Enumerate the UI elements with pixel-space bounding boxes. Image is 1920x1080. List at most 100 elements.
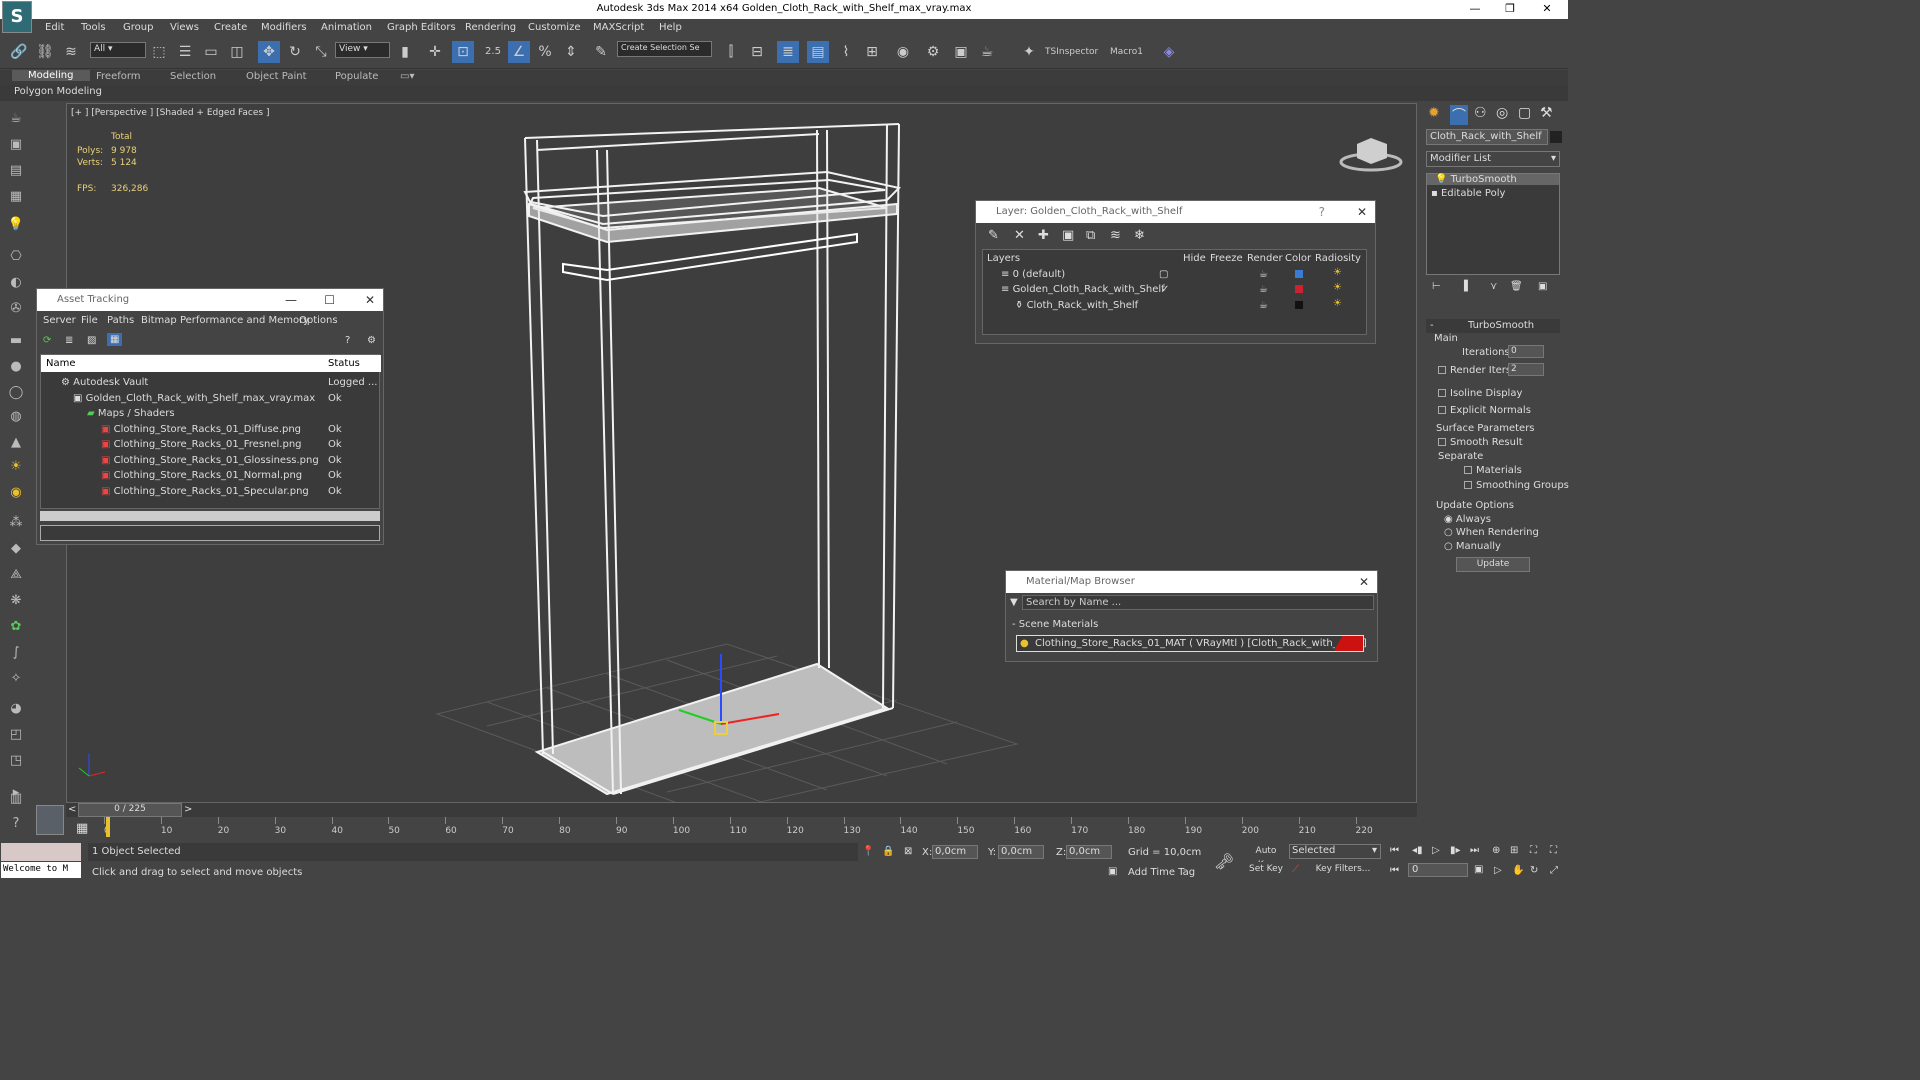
new-layer-icon[interactable]: ✎ — [988, 228, 999, 243]
selection-set-dropdown[interactable]: Selected ▾ — [1289, 844, 1381, 859]
remove-modifier-icon[interactable]: 🗑 — [1510, 281, 1523, 292]
selection-filter-dropdown[interactable]: All ▾ — [90, 42, 146, 58]
radiosity-icon[interactable]: ☀ — [1333, 282, 1342, 293]
render-icon[interactable]: ◰ — [6, 727, 26, 745]
rendered-frame-icon[interactable]: ▣ — [950, 41, 972, 63]
asset-row-maxfile[interactable]: ▣ Golden_Cloth_Rack_with_Shelf_max_vray.… — [73, 393, 315, 404]
object-color-swatch[interactable] — [1550, 131, 1562, 143]
window-crossing-icon[interactable]: ◫ — [226, 41, 248, 63]
settings-icon[interactable]: ⚙ — [367, 335, 376, 346]
menu-group[interactable]: Group — [123, 22, 153, 33]
render-toggle-icon[interactable]: ☕ — [1259, 284, 1268, 295]
maximize-icon[interactable]: ☐ — [324, 289, 335, 311]
named-selection-set-dropdown[interactable]: Create Selection Se — [617, 41, 712, 57]
layer-row-golden[interactable]: ≡ Golden_Cloth_Rack_with_Shelf — [1001, 284, 1165, 295]
menu-modifiers[interactable]: Modifiers — [261, 22, 307, 33]
asset-menu-bitmap[interactable]: Bitmap Performance and Memory — [141, 315, 309, 326]
render-iters-spinner[interactable]: 2 — [1508, 363, 1544, 376]
pivot-center-icon[interactable]: ▮ — [394, 41, 416, 63]
col-freeze[interactable]: Freeze — [1210, 253, 1243, 264]
asset-row-diffuse[interactable]: ▣ Clothing_Store_Racks_01_Diffuse.png — [101, 424, 301, 435]
update-button[interactable]: Update — [1456, 557, 1530, 572]
geosphere-icon[interactable]: ◍ — [6, 409, 26, 427]
pan-icon[interactable]: ✋ — [1512, 865, 1524, 876]
delete-layer-icon[interactable]: ✕ — [1014, 228, 1025, 243]
zoom-extents-all-icon[interactable]: ⛶ — [1550, 845, 1557, 856]
tab-freeform[interactable]: Freeform — [96, 71, 141, 82]
maximize-viewport-icon[interactable]: ⤢ — [1550, 865, 1558, 876]
asset-menu-options[interactable]: Options — [299, 315, 338, 326]
teapot-icon[interactable]: ☕ — [6, 111, 26, 129]
timeline-ruler[interactable]: 0102030405060708090100110120130140150160… — [96, 817, 1376, 839]
world-icon[interactable]: ❋ — [6, 593, 26, 611]
layer-row-object[interactable]: ⚱ Cloth_Rack_with_Shelf — [1015, 300, 1138, 311]
close-icon[interactable]: ✕ — [1357, 201, 1367, 223]
motion-tab-icon[interactable]: ◎ — [1496, 105, 1508, 121]
horizontal-scrollbar[interactable] — [40, 511, 380, 521]
angle-snap-icon[interactable]: ∠ — [508, 41, 530, 63]
key-curve-icon[interactable]: ⟋ — [1292, 864, 1299, 875]
display-icon[interactable]: ◳ — [6, 753, 26, 771]
close-icon[interactable]: ✕ — [365, 289, 375, 311]
key-mode-icon[interactable]: 🗝 — [1214, 852, 1234, 871]
modifier-list-dropdown[interactable]: Modifier List ▾ — [1426, 151, 1560, 167]
zoom-extents-icon[interactable]: ⛶ — [1530, 845, 1537, 856]
restore-icon[interactable]: ❐ — [1495, 2, 1525, 15]
thumbnail-view-icon[interactable]: ▨ — [87, 335, 96, 346]
select-move-icon[interactable]: ✥ — [258, 41, 280, 63]
next-key-icon[interactable]: ▮▸ — [1450, 845, 1461, 856]
zoom-all-icon[interactable]: ⊞ — [1510, 845, 1518, 856]
modifier-icon[interactable]: ▤ — [6, 163, 26, 181]
plant-icon[interactable]: ✿ — [6, 619, 26, 637]
sun-icon[interactable]: ☀ — [6, 459, 26, 477]
tab-modeling[interactable]: Modeling — [12, 70, 90, 81]
utilities-icon[interactable]: ▥ — [6, 791, 26, 809]
col-status-header[interactable]: Status — [328, 358, 360, 369]
align-icon[interactable]: ⊟ — [746, 41, 768, 63]
goto-start-icon[interactable]: ⏮ — [1390, 845, 1399, 856]
iterations-spinner[interactable]: 0 — [1508, 345, 1544, 358]
display-tab-icon[interactable]: ▢ — [1518, 105, 1531, 121]
layer-manager-header[interactable]: Layer: Golden_Cloth_Rack_with_Shelf ? ✕ — [976, 201, 1375, 223]
create-tab-icon[interactable]: ✹ — [1428, 105, 1440, 121]
mirror-icon[interactable]: ⫿ — [720, 41, 742, 63]
menu-rendering[interactable]: Rendering — [465, 22, 516, 33]
snap-toggle-icon[interactable]: 2.5 — [482, 41, 504, 63]
add-time-tag[interactable]: Add Time Tag — [1128, 867, 1195, 878]
menu-customize[interactable]: Customize — [528, 22, 581, 33]
select-scale-icon[interactable]: ⤡ — [310, 41, 332, 63]
macro-label[interactable]: Macro1 — [1110, 47, 1143, 57]
select-layer-icon[interactable]: ▣ — [1062, 228, 1074, 243]
smooth-result-checkbox[interactable]: Smooth Result — [1438, 437, 1523, 448]
time-slider-thumb[interactable]: 0 / 225 — [78, 803, 182, 817]
bind-spacewarp-icon[interactable]: ≋ — [60, 41, 82, 63]
maxscript-listener[interactable] — [1, 843, 81, 861]
auto-key-button[interactable]: Auto Key — [1246, 844, 1286, 870]
object-name-field[interactable]: Cloth_Rack_with_Shelf — [1426, 129, 1548, 145]
sphere-icon[interactable]: ● — [6, 359, 26, 377]
radiosity-icon[interactable]: ☀ — [1333, 298, 1342, 309]
table-view-icon[interactable]: ▦ — [107, 333, 123, 346]
keyboard-shortcut-icon[interactable]: ⊡ — [452, 41, 474, 63]
asset-menu-server[interactable]: Server — [43, 315, 76, 326]
spinner-snap-icon[interactable]: ⇕ — [560, 41, 582, 63]
asset-row-glossiness[interactable]: ▣ Clothing_Store_Racks_01_Glossiness.png — [101, 455, 319, 466]
asset-tracking-header[interactable]: Asset Tracking — ☐ ✕ — [37, 289, 383, 311]
goto-end-icon[interactable]: ⏭ — [1470, 845, 1479, 856]
asset-row-normal[interactable]: ▣ Clothing_Store_Racks_01_Normal.png — [101, 470, 302, 481]
asset-menu-paths[interactable]: Paths — [107, 315, 134, 326]
stack-item-editable-poly[interactable]: ▪ Editable Poly — [1431, 188, 1505, 199]
tsinspector-icon[interactable]: ✦ — [1018, 41, 1040, 63]
menu-help[interactable]: Help — [659, 22, 682, 33]
manipulate-icon[interactable]: ✛ — [424, 41, 446, 63]
hair-icon[interactable]: ∫ — [6, 645, 26, 663]
layer-color-swatch[interactable] — [1295, 285, 1303, 293]
materials-checkbox[interactable]: Materials — [1464, 465, 1522, 476]
time-slider[interactable]: < 0 / 225 > — [66, 803, 1417, 817]
col-hide[interactable]: Hide — [1183, 253, 1206, 264]
play-icon[interactable]: ▷ — [1432, 845, 1440, 856]
ref-coord-dropdown[interactable]: View ▾ — [335, 42, 390, 58]
update-always-radio[interactable]: ◉ Always — [1444, 514, 1491, 525]
menu-maxscript[interactable]: MAXScript — [593, 22, 644, 33]
edit-named-sel-icon[interactable]: ✎ — [590, 41, 612, 63]
